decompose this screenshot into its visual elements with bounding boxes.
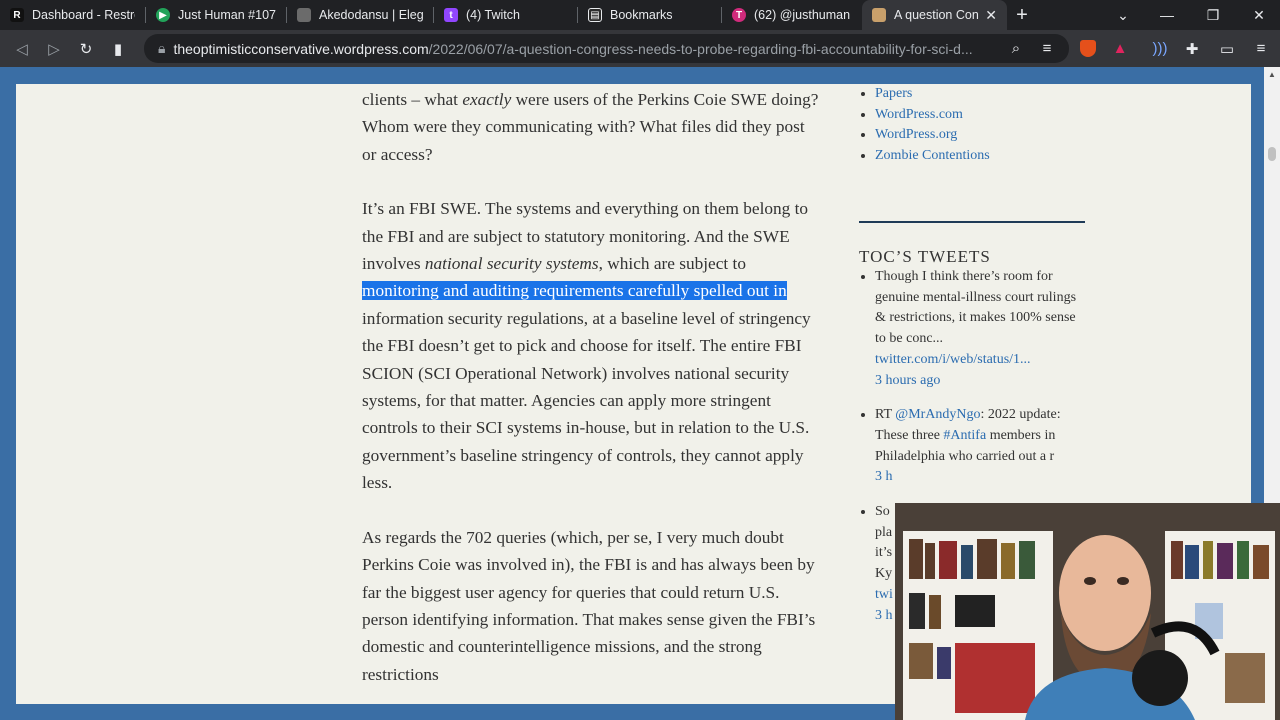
extensions-icon[interactable]: ✚ — [1177, 34, 1207, 63]
lock-icon[interactable]: 🔒︎ — [158, 40, 165, 57]
tab-active-article[interactable]: A question Cong ✕ — [862, 0, 1007, 30]
tab-title: (4) Twitch — [466, 8, 520, 22]
paragraph: As regards the 702 queries (which, per s… — [362, 527, 816, 684]
webcam-overlay — [895, 503, 1280, 720]
tab-title: Bookmarks — [610, 8, 673, 22]
list-item: WordPress.org — [875, 125, 1089, 146]
twitch-icon: t — [444, 8, 458, 22]
tweets-heading: TOC’S TWEETS — [859, 247, 991, 266]
paragraph: clients – what exactly were users of the… — [362, 90, 819, 164]
blogroll-link[interactable]: Papers — [875, 86, 912, 101]
close-tab-icon[interactable]: ✕ — [985, 7, 997, 24]
tab-title: (62) @justhuman | T — [754, 8, 852, 22]
hashtag-link[interactable]: #Antifa — [943, 428, 986, 443]
scroll-up-icon[interactable]: ▲ — [1264, 67, 1280, 83]
blogroll-link[interactable]: WordPress.com — [875, 107, 963, 122]
tab-rumble[interactable]: ▶ Just Human #107 — [146, 0, 286, 30]
tab-restream[interactable]: R Dashboard - Restrea — [0, 0, 145, 30]
reload-icon[interactable]: ↻ — [70, 33, 102, 65]
list-item: Papers — [875, 84, 1089, 105]
streamer-webcam-image — [895, 503, 1280, 720]
sync-icon[interactable]: ))) — [1145, 34, 1175, 63]
url-path: /2022/06/07/a-question-congress-needs-to… — [428, 40, 973, 57]
blogroll-link[interactable]: Zombie Contentions — [875, 148, 990, 163]
wordpress-icon — [872, 8, 886, 22]
forward-icon[interactable]: ▷ — [38, 33, 70, 65]
brave-rewards-icon[interactable]: ▲ — [1105, 34, 1135, 63]
tab-bookmarks[interactable]: ▤ Bookmarks — [578, 0, 721, 30]
tab-search-icon[interactable]: ⌄ — [1100, 0, 1146, 30]
tweet-item: RT @MrAndyNgo: 2022 update: These three … — [875, 405, 1089, 488]
blogroll-list: Papers WordPress.com WordPress.org Zombi… — [859, 84, 1089, 166]
zoom-icon[interactable]: ⌕ — [1001, 34, 1031, 63]
rumble-icon: ▶ — [156, 8, 170, 22]
restore-button[interactable]: ❐ — [1190, 0, 1236, 30]
minimize-button[interactable]: — — [1144, 0, 1190, 30]
tab-akedodansu[interactable]: Akedodansu | Elega — [287, 0, 433, 30]
tab-twitch[interactable]: t (4) Twitch — [434, 0, 577, 30]
tweet-link[interactable]: twi — [875, 587, 893, 602]
paragraph-highlighted: It’s an FBI SWE. The systems and everyth… — [362, 199, 811, 493]
browser-toolbar: ◁ ▷ ↻ ▮ 🔒︎ theoptimisticconservative.wor… — [0, 30, 1280, 67]
tweet-time[interactable]: 3 h — [875, 608, 893, 623]
trovo-icon: T — [732, 8, 746, 22]
tab-trovo[interactable]: T (62) @justhuman | T — [722, 0, 862, 30]
blogroll-link[interactable]: WordPress.org — [875, 127, 957, 142]
bookmarks-icon: ▤ — [588, 8, 602, 22]
tweet-time[interactable]: 3 hours ago — [875, 373, 940, 388]
wallet-icon[interactable]: ▭ — [1212, 34, 1242, 63]
tab-title: Akedodansu | Elega — [319, 8, 423, 22]
tab-strip: R Dashboard - Restrea ▶ Just Human #107 … — [0, 0, 1280, 30]
tab-title: Just Human #107 — [178, 8, 276, 22]
tweet-item: Though I think there’s room for genuine … — [875, 267, 1089, 391]
url-host: theoptimisticconservative.wordpress.com — [173, 40, 429, 57]
scroll-thumb[interactable] — [1268, 147, 1276, 161]
article-body: clients – what exactly were users of the… — [362, 84, 822, 704]
reader-mode-icon[interactable]: ≡ — [1032, 34, 1062, 63]
tab-title: Dashboard - Restrea — [32, 8, 135, 22]
menu-icon[interactable]: ≡ — [1246, 34, 1276, 63]
image-icon — [297, 8, 311, 22]
list-item: Zombie Contentions — [875, 146, 1089, 167]
tab-title: A question Cong — [894, 8, 980, 22]
brave-shields-icon[interactable] — [1073, 34, 1103, 63]
list-item: WordPress.com — [875, 105, 1089, 126]
address-bar[interactable]: 🔒︎ theoptimisticconservative.wordpress.c… — [144, 34, 1069, 63]
close-window-button[interactable]: ✕ — [1236, 0, 1280, 30]
back-icon[interactable]: ◁ — [6, 33, 38, 65]
tweet-link[interactable]: twitter.com/i/web/status/1... — [875, 352, 1031, 367]
text-selection[interactable]: monitoring and auditing requirements car… — [362, 281, 787, 301]
divider — [859, 221, 1085, 223]
new-tab-button[interactable]: + — [1007, 0, 1037, 30]
mention-link[interactable]: @MrAndyNgo — [895, 407, 980, 422]
restream-icon: R — [10, 8, 24, 22]
bookmark-icon[interactable]: ▮ — [102, 33, 134, 65]
tweet-time[interactable]: 3 h — [875, 469, 893, 484]
